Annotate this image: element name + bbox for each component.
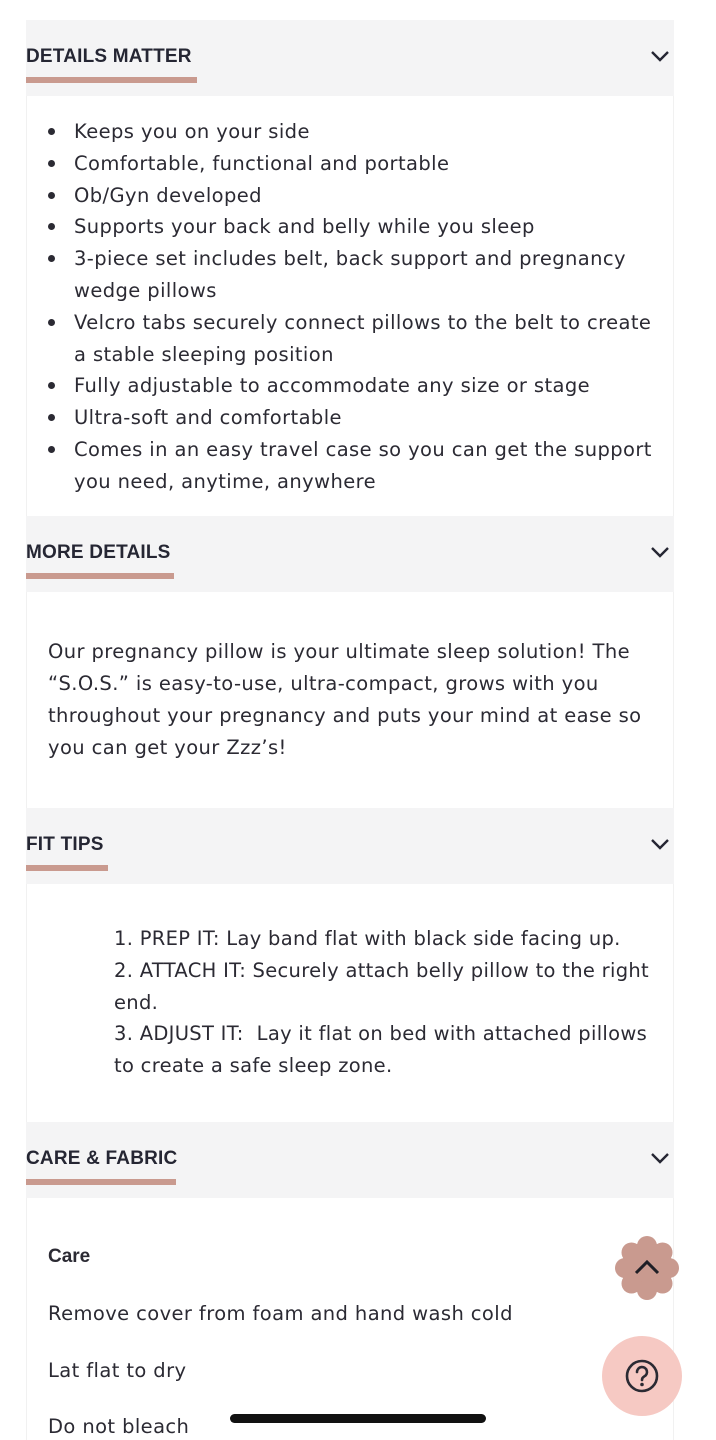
care-instruction: Lat flat to dry	[48, 1359, 187, 1382]
more-details-text: Our pregnancy pillow is your ultimate sl…	[48, 640, 642, 759]
fit-step: 3. ADJUST IT: Lay it flat on bed with at…	[114, 1022, 654, 1078]
list-item: Ob/Gyn developed	[48, 180, 658, 212]
care-heading: Care	[48, 1246, 91, 1267]
help-button[interactable]	[602, 1336, 682, 1416]
chevron-down-icon[interactable]	[650, 837, 670, 851]
chevron-up-icon[interactable]	[614, 1236, 680, 1300]
chevron-down-icon[interactable]	[650, 1151, 670, 1165]
title-underline	[26, 77, 197, 83]
accordion-title: DETAILS MATTER	[26, 46, 192, 67]
fit-step: 1. PREP IT: Lay band flat with black sid…	[114, 927, 621, 950]
question-mark-icon	[625, 1359, 659, 1393]
list-item: Fully adjustable to accommodate any size…	[48, 370, 658, 402]
accordion-title: FIT TIPS	[26, 834, 104, 855]
accordion-title: CARE & FABRIC	[26, 1148, 178, 1169]
accordion-details-matter[interactable]: DETAILS MATTER	[26, 20, 674, 96]
list-item: Velcro tabs securely connect pillows to …	[48, 307, 658, 371]
list-item: Ultra-soft and comfortable	[48, 402, 658, 434]
fit-tips-list: 1. PREP IT: Lay band flat with black sid…	[114, 923, 664, 1082]
title-underline	[26, 1179, 176, 1185]
list-item: Comfortable, functional and portable	[48, 148, 658, 180]
list-item: Keeps you on your side	[48, 116, 658, 148]
accordion-fit-tips[interactable]: FIT TIPS	[26, 808, 674, 884]
list-item: 3-piece set includes belt, back support …	[48, 243, 658, 307]
chevron-down-icon[interactable]	[650, 49, 670, 63]
fit-step: 2. ATTACH IT: Securely attach belly pill…	[114, 958, 649, 1014]
home-indicator	[230, 1414, 486, 1423]
accordion-care-fabric[interactable]: CARE & FABRIC	[26, 1122, 674, 1198]
accordion-title: MORE DETAILS	[26, 542, 171, 563]
care-instruction: Do not bleach	[48, 1415, 190, 1438]
product-details-page: DETAILS MATTER Keeps you on your side Co…	[0, 0, 716, 1440]
list-item: Supports your back and belly while you s…	[48, 211, 658, 243]
chevron-down-icon[interactable]	[650, 545, 670, 559]
details-bullet-list: Keeps you on your side Comfortable, func…	[48, 116, 658, 498]
list-item: Comes in an easy travel case so you can …	[48, 434, 658, 498]
back-to-top-button[interactable]	[614, 1236, 680, 1300]
care-instruction: Remove cover from foam and hand wash col…	[48, 1302, 513, 1325]
title-underline	[26, 573, 174, 579]
accordion-more-details[interactable]: MORE DETAILS	[26, 516, 674, 592]
title-underline	[26, 865, 108, 871]
